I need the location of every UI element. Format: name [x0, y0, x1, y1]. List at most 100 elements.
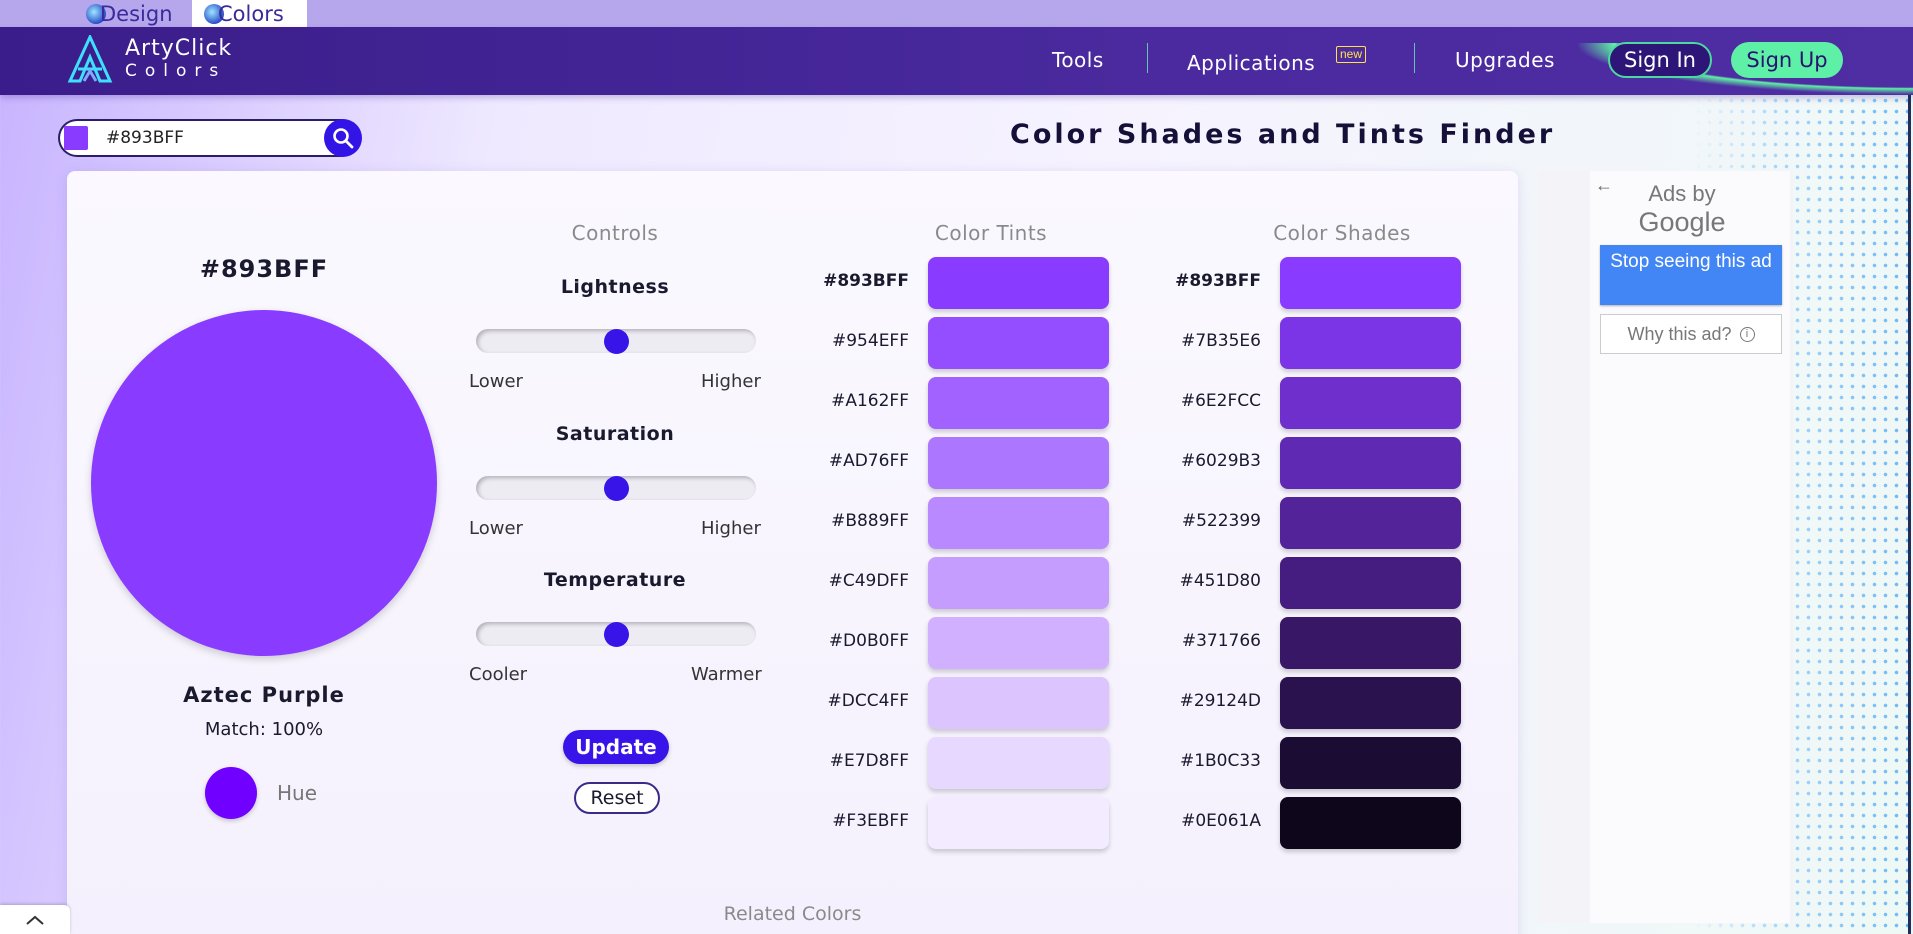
shade-row[interactable]: #29124D: [1171, 677, 1461, 729]
shade-row[interactable]: #6029B3: [1171, 437, 1461, 489]
artyclick-logo-icon[interactable]: [66, 35, 114, 85]
temperature-slider[interactable]: [476, 622, 756, 647]
temperature-slider-handle[interactable]: [604, 622, 629, 647]
ad-panel: ← Ads by Google Stop seeing this ad Why …: [1538, 171, 1793, 923]
main-card: #893BFF Aztec Purple Match: 100% Hue Con…: [67, 171, 1518, 934]
shade-row[interactable]: #0E061A: [1171, 797, 1461, 849]
shade-swatch[interactable]: [1280, 377, 1461, 429]
tint-swatch[interactable]: [928, 677, 1109, 729]
tint-row[interactable]: #F3EBFF: [819, 797, 1109, 849]
saturation-label: Saturation: [555, 423, 675, 445]
shade-row[interactable]: #893BFF: [1171, 257, 1461, 309]
shade-swatch[interactable]: [1280, 557, 1461, 609]
collapse-button[interactable]: [0, 905, 70, 934]
shade-swatch[interactable]: [1280, 437, 1461, 489]
search-button[interactable]: [324, 119, 362, 157]
shade-hex-label: #7B35E6: [1181, 331, 1261, 351]
why-this-ad-label: Why this ad?: [1627, 323, 1732, 344]
lightness-slider-handle[interactable]: [604, 329, 629, 354]
brand-name[interactable]: ArtyClick Colors: [125, 36, 232, 81]
shade-row[interactable]: #522399: [1171, 497, 1461, 549]
tint-row[interactable]: #954EFF: [819, 317, 1109, 369]
shade-hex-label: #371766: [1181, 631, 1261, 651]
search-input[interactable]: #893BFF: [106, 128, 184, 148]
tint-swatch[interactable]: [928, 317, 1109, 369]
lightness-low-label: Lower: [469, 371, 523, 392]
tint-swatch[interactable]: [928, 617, 1109, 669]
shade-swatch[interactable]: [1280, 797, 1461, 849]
selected-hex: #893BFF: [199, 255, 329, 283]
page-title: Color Shades and Tints Finder: [1010, 119, 1556, 150]
saturation-slider-handle[interactable]: [604, 476, 629, 501]
shade-row[interactable]: #1B0C33: [1171, 737, 1461, 789]
tint-row[interactable]: #AD76FF: [819, 437, 1109, 489]
page-edge: [1908, 95, 1911, 934]
tint-row[interactable]: #D0B0FF: [819, 617, 1109, 669]
shade-swatch[interactable]: [1280, 497, 1461, 549]
tint-swatch[interactable]: [928, 497, 1109, 549]
nav-applications[interactable]: Applications: [1187, 51, 1315, 75]
shade-swatch[interactable]: [1280, 257, 1461, 309]
info-icon: i: [1739, 326, 1755, 342]
tab-colors[interactable]: Colors: [192, 0, 307, 27]
lightness-high-label: Higher: [701, 371, 761, 392]
saturation-slider[interactable]: [476, 476, 756, 501]
google-label: Google: [1638, 207, 1726, 237]
selected-color-circle: [91, 310, 437, 656]
temperature-low-label: Cooler: [469, 664, 528, 685]
tint-row[interactable]: #893BFF: [819, 257, 1109, 309]
tint-hex-label: #D0B0FF: [828, 631, 909, 651]
tint-swatch[interactable]: [928, 797, 1109, 849]
lightness-slider[interactable]: [476, 329, 756, 354]
tint-swatch[interactable]: [928, 437, 1109, 489]
controls-title: Controls: [571, 221, 659, 245]
color-search-box: #893BFF: [58, 119, 362, 157]
shade-hex-label: #522399: [1181, 511, 1261, 531]
site-switcher: Design Colors: [0, 0, 1913, 27]
new-badge: new: [1336, 46, 1367, 63]
lightness-label: Lightness: [560, 276, 670, 298]
tint-swatch[interactable]: [928, 557, 1109, 609]
stop-seeing-ad-button[interactable]: Stop seeing this ad: [1600, 245, 1782, 305]
update-button[interactable]: Update: [563, 730, 669, 764]
related-colors-heading: Related Colors: [723, 903, 862, 925]
tint-hex-label: #F3EBFF: [832, 811, 909, 831]
tint-swatch[interactable]: [928, 737, 1109, 789]
tint-row[interactable]: #B889FF: [819, 497, 1109, 549]
hue-color-dot[interactable]: [205, 767, 257, 819]
shade-row[interactable]: #7B35E6: [1171, 317, 1461, 369]
tint-row[interactable]: #C49DFF: [819, 557, 1109, 609]
tint-hex-label: #C49DFF: [828, 571, 909, 591]
reset-button[interactable]: Reset: [574, 782, 660, 814]
shade-row[interactable]: #451D80: [1171, 557, 1461, 609]
temperature-high-label: Warmer: [691, 664, 762, 685]
tab-design[interactable]: Design: [74, 0, 185, 27]
tint-hex-label: #DCC4FF: [827, 691, 909, 711]
sign-up-button[interactable]: Sign Up: [1731, 42, 1843, 78]
sign-in-button[interactable]: Sign In: [1608, 42, 1712, 78]
shade-swatch[interactable]: [1280, 317, 1461, 369]
shade-swatch[interactable]: [1280, 737, 1461, 789]
shades-title: Color Shades: [1273, 221, 1411, 245]
why-this-ad-button[interactable]: Why this ad? i: [1600, 314, 1782, 354]
shade-hex-label: #893BFF: [1175, 271, 1261, 291]
tint-row[interactable]: #DCC4FF: [819, 677, 1109, 729]
brand-line2: Colors: [125, 61, 227, 81]
shade-row[interactable]: #371766: [1171, 617, 1461, 669]
search-color-swatch[interactable]: [64, 126, 88, 150]
tint-row[interactable]: #E7D8FF: [819, 737, 1109, 789]
nav-tools[interactable]: Tools: [1052, 48, 1104, 72]
shade-row[interactable]: #6E2FCC: [1171, 377, 1461, 429]
shade-hex-label: #6029B3: [1181, 451, 1261, 471]
tint-hex-label: #954EFF: [832, 331, 909, 351]
search-icon: [333, 128, 354, 149]
temperature-label: Temperature: [543, 569, 687, 591]
tint-swatch[interactable]: [928, 257, 1109, 309]
match-percentage: Match: 100%: [204, 719, 324, 740]
shade-swatch[interactable]: [1280, 677, 1461, 729]
tint-row[interactable]: #A162FF: [819, 377, 1109, 429]
tint-hex-label: #AD76FF: [828, 451, 909, 471]
tint-swatch[interactable]: [928, 377, 1109, 429]
nav-upgrades[interactable]: Upgrades: [1455, 48, 1555, 72]
shade-swatch[interactable]: [1280, 617, 1461, 669]
